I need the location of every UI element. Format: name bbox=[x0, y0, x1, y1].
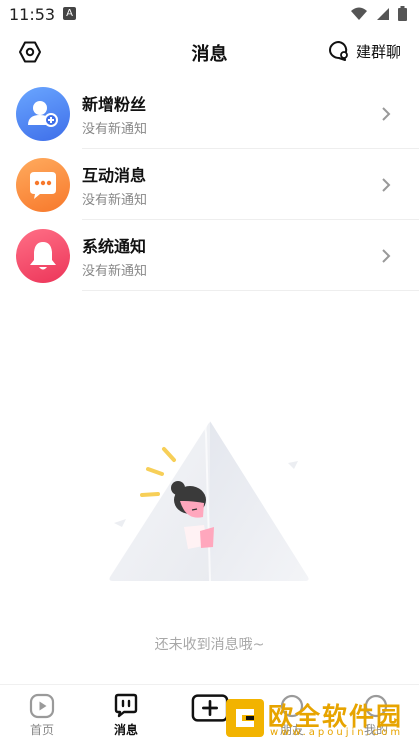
user-add-icon bbox=[16, 87, 70, 141]
message-icon bbox=[114, 693, 138, 718]
list-item-title: 新增粉丝 bbox=[82, 95, 147, 114]
tab-home[interactable]: 首页 bbox=[12, 693, 72, 738]
status-bar: 11:53 A bbox=[0, 0, 419, 28]
list-item-title: 互动消息 bbox=[82, 166, 147, 185]
list-item-system-notifications[interactable]: 系统通知 没有新通知 bbox=[0, 220, 419, 291]
tab-label: 消息 bbox=[113, 723, 138, 737]
tab-label: 首页 bbox=[29, 723, 54, 737]
status-time: 11:53 bbox=[9, 5, 56, 24]
create-group-chat-button[interactable]: 建群聊 bbox=[328, 40, 401, 62]
bell-icon bbox=[16, 229, 70, 283]
header: 消息 建群聊 bbox=[0, 28, 419, 76]
system-icons bbox=[350, 6, 407, 21]
create-group-chat-label: 建群聊 bbox=[355, 42, 401, 61]
signal-icon bbox=[377, 7, 389, 20]
watermark-url: www.apoujin.com bbox=[270, 727, 404, 738]
list-item-subtitle: 没有新通知 bbox=[82, 122, 148, 137]
empty-state-text: 还未收到消息哦~ bbox=[154, 637, 265, 653]
chevron-right-icon bbox=[382, 107, 391, 121]
status-indicator-icon: A bbox=[63, 7, 76, 20]
group-chat-icon bbox=[328, 41, 348, 61]
tab-messages[interactable]: 消息 bbox=[96, 693, 156, 738]
battery-icon bbox=[398, 6, 407, 21]
list-item-new-followers[interactable]: 新增粉丝 没有新通知 bbox=[0, 78, 419, 149]
play-icon bbox=[29, 693, 55, 719]
list-item-interactions[interactable]: 互动消息 没有新通知 bbox=[0, 149, 419, 220]
empty-state-illustration bbox=[109, 420, 309, 582]
watermark-logo bbox=[226, 699, 264, 737]
watermark: 欧全软件园 www.apoujin.com bbox=[222, 695, 418, 741]
wifi-icon bbox=[351, 7, 367, 20]
chevron-right-icon bbox=[382, 178, 391, 192]
list-item-title: 系统通知 bbox=[82, 237, 147, 256]
list-item-subtitle: 没有新通知 bbox=[82, 264, 148, 279]
divider bbox=[82, 290, 419, 291]
chat-bubble-icon bbox=[16, 158, 70, 212]
chevron-right-icon bbox=[382, 249, 391, 263]
list-item-subtitle: 没有新通知 bbox=[82, 193, 148, 208]
